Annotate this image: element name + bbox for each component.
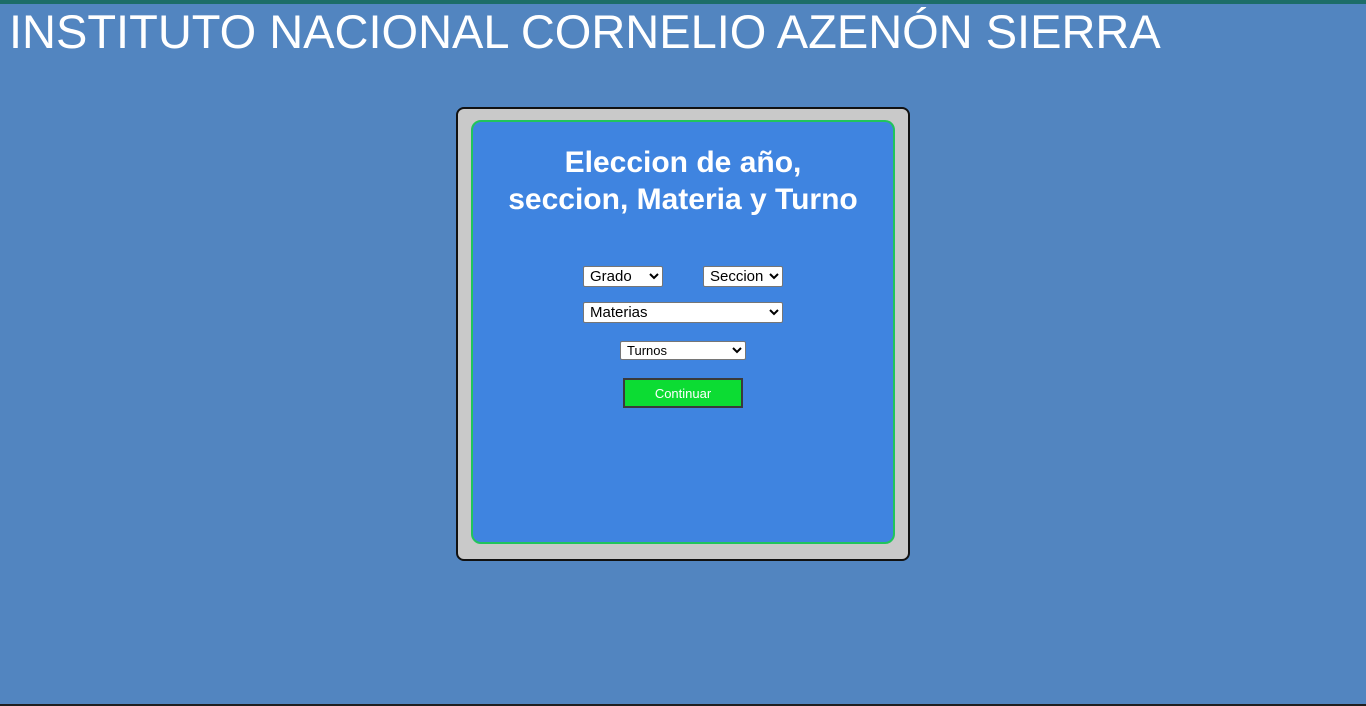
grado-select[interactable]: Grado [583, 266, 663, 287]
continue-button[interactable]: Continuar [623, 378, 743, 408]
selection-form-panel: Eleccion de año, seccion, Materia y Turn… [471, 120, 895, 544]
site-title: INSTITUTO NACIONAL CORNELIO AZENÓN SIERR… [9, 5, 1161, 58]
seccion-select[interactable]: Seccion [703, 266, 783, 287]
form-heading-line-2: seccion, Materia y Turno [508, 183, 858, 216]
outer-card: Eleccion de año, seccion, Materia y Turn… [456, 107, 910, 561]
form-heading-line-1: Eleccion de año, [564, 146, 802, 179]
form-heading: Eleccion de año, seccion, Materia y Turn… [473, 144, 893, 218]
turnos-select[interactable]: Turnos [620, 341, 746, 360]
materias-select[interactable]: Materias [583, 302, 783, 323]
